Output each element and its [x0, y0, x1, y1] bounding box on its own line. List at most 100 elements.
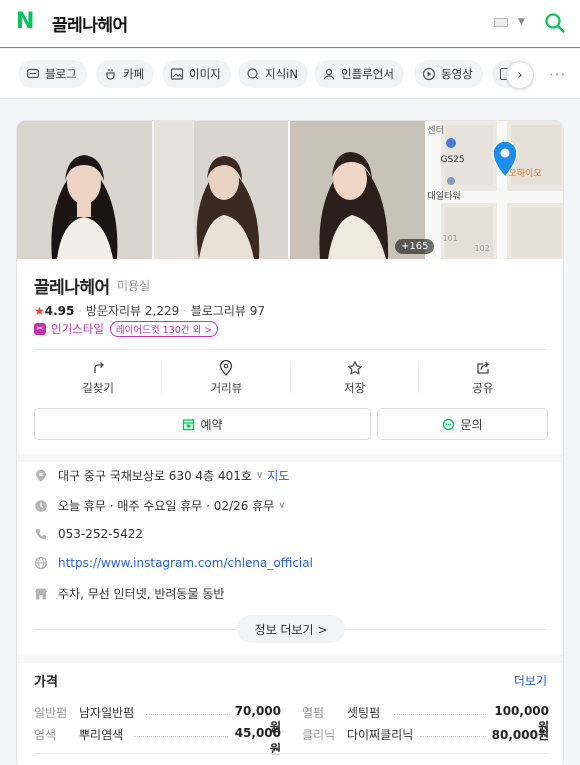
- map-building-label: 대일타워: [427, 192, 461, 202]
- chevron-down-icon[interactable]: ▼: [518, 17, 525, 27]
- reserve-label: 예약: [200, 417, 223, 432]
- chip-cafe[interactable]: 카페: [96, 60, 155, 88]
- store-icon: [35, 588, 47, 599]
- website-link[interactable]: https://www.instagram.com/chlena_officia…: [58, 556, 313, 570]
- directions-button[interactable]: 길찾기: [34, 353, 163, 403]
- naver-logo[interactable]: N: [16, 11, 38, 33]
- chip-kin[interactable]: 지식iN: [238, 60, 308, 88]
- chip-label: 지식iN: [265, 67, 298, 81]
- star-icon: [347, 361, 362, 375]
- rating-value: 4.95: [44, 304, 75, 318]
- chevron-down-icon[interactable]: ∨: [256, 470, 263, 481]
- price-section-title: 가격: [34, 675, 58, 690]
- price-leader: [146, 704, 228, 715]
- share-icon: [477, 361, 489, 374]
- place-name: 끌레나헤어: [34, 278, 110, 298]
- share-button[interactable]: 공유: [419, 353, 547, 403]
- chip-image[interactable]: 이미지: [162, 60, 231, 88]
- phone-text[interactable]: 053-252-5422: [58, 527, 143, 541]
- map-number-label: 101: [442, 234, 458, 243]
- phone-icon: [35, 529, 46, 540]
- location-pin-icon: [220, 360, 233, 376]
- place-photo-2[interactable]: [153, 121, 288, 259]
- chip-scroll-next-button[interactable]: ›: [506, 61, 534, 89]
- action-label: 저장: [344, 381, 366, 395]
- price-row: 일반펌 남자일반펌 70,000원 열펌 셋팅펌 100,000원: [34, 704, 549, 734]
- price-category: 일반펌: [34, 706, 68, 720]
- blog-reviews[interactable]: 블로그리뷰 97: [191, 304, 265, 318]
- section-divider: [17, 655, 563, 663]
- reserve-button[interactable]: 예약: [34, 408, 371, 440]
- photo-count-badge[interactable]: +165: [395, 239, 435, 254]
- street-view-button[interactable]: 거리뷰: [162, 353, 291, 403]
- price-row: 염색 뿌리염색 45,000원 클리닉 다이찌클리닉 80,000원: [34, 726, 549, 756]
- map-number-label: 102: [474, 244, 490, 253]
- more-icon[interactable]: ···: [549, 66, 566, 84]
- amenities-text: 주차, 무선 인터넷, 반려동물 동반: [58, 587, 225, 601]
- price-item: 남자일반펌: [79, 706, 135, 720]
- map-street-label: 센터: [427, 126, 445, 136]
- chevron-down-icon[interactable]: ∨: [278, 500, 285, 511]
- address-text: 대구 중구 국채보상로 630 4층 401호: [58, 469, 252, 483]
- inquiry-button[interactable]: 문의: [377, 408, 548, 440]
- map-gs25-label: GS25: [440, 155, 465, 165]
- globe-icon: [34, 556, 48, 570]
- map-link[interactable]: 지도: [267, 467, 289, 484]
- price-category: 염색: [34, 728, 57, 742]
- location-pin-icon: [36, 469, 46, 482]
- search-tab-chips: 블로그 카페 이미지 지식iN 인플루언서 동영상: [0, 49, 580, 99]
- place-photo-1[interactable]: [17, 121, 152, 259]
- price-category: 열펌: [302, 706, 325, 720]
- chip-influencer[interactable]: 인플루언서: [314, 60, 404, 88]
- visitor-reviews[interactable]: 방문자리뷰 2,229: [86, 304, 179, 318]
- place-rating-row: ★4.95 · 방문자리뷰 2,229 · 블로그리뷰 97: [34, 304, 266, 318]
- website-row: https://www.instagram.com/chlena_officia…: [34, 556, 547, 570]
- chip-video[interactable]: 동영상: [414, 60, 483, 88]
- search-query[interactable]: 끌레나헤어: [52, 11, 128, 36]
- inquiry-label: 문의: [460, 417, 483, 432]
- chip-blog[interactable]: 블로그: [18, 60, 87, 88]
- popular-style-badge[interactable]: ✂ 인기스타일 레이어드컷 130건 외 >: [34, 321, 219, 337]
- photo-woman-1: [17, 121, 152, 259]
- chat-icon: [443, 418, 455, 430]
- keyboard-icon[interactable]: [494, 18, 508, 27]
- hours-row: 오늘 휴무 · 매주 수요일 휴무 · 02/26 휴무 ∨: [34, 497, 547, 514]
- clock-icon: [35, 499, 47, 512]
- price-leader: [394, 704, 486, 715]
- price-value: 80,000원: [491, 728, 549, 742]
- person-icon: [323, 68, 335, 80]
- directions-icon: [94, 362, 105, 373]
- price-item: 뿌리염색: [79, 728, 124, 742]
- chip-label: 인플루언서: [341, 67, 394, 81]
- save-button[interactable]: 저장: [291, 353, 420, 403]
- hours-text[interactable]: 오늘 휴무 · 매주 수요일 휴무 · 02/26 휴무: [58, 497, 274, 514]
- place-card: 센터 GS25 대일타워 오하이오 101 102 +165 끌레나헤어 미용실…: [16, 120, 564, 765]
- price-category: 클리닉: [302, 728, 336, 742]
- photo-woman-2: [153, 121, 288, 259]
- price-more-link[interactable]: 더보기: [514, 672, 547, 689]
- info-more-button[interactable]: 정보 더보기 >: [237, 615, 345, 643]
- play-icon: [422, 67, 436, 81]
- place-map-thumbnail[interactable]: 센터 GS25 대일타워 오하이오 101 102: [426, 121, 563, 259]
- place-category: 미용실: [117, 279, 151, 293]
- scissors-icon: ✂: [34, 323, 46, 335]
- map-cafe-label: 오하이오: [508, 169, 542, 179]
- price-leader: [420, 726, 486, 737]
- badge-tag[interactable]: 레이어드컷 130건 외 >: [109, 321, 219, 337]
- top-search-bar: N 끌레나헤어 ▼: [0, 0, 580, 48]
- price-item: 다이찌클리닉: [347, 728, 414, 742]
- blog-icon: [26, 68, 40, 79]
- price-leader: [134, 726, 228, 737]
- action-label: 거리뷰: [210, 381, 243, 395]
- action-label: 길찾기: [82, 381, 114, 395]
- photo-strip: 센터 GS25 대일타워 오하이오 101 102 +165: [17, 121, 563, 259]
- chip-label: 카페: [123, 67, 145, 81]
- search-icon[interactable]: [544, 12, 566, 34]
- chip-label: 이미지: [189, 67, 221, 81]
- divider: [34, 753, 547, 754]
- phone-row: 053-252-5422: [34, 527, 547, 541]
- divider: [34, 349, 547, 350]
- action-bar: 길찾기 거리뷰 저장 공유: [34, 353, 547, 403]
- amenities-row: 주차, 무선 인터넷, 반려동물 동반: [34, 585, 547, 602]
- cafe-icon: [106, 69, 115, 80]
